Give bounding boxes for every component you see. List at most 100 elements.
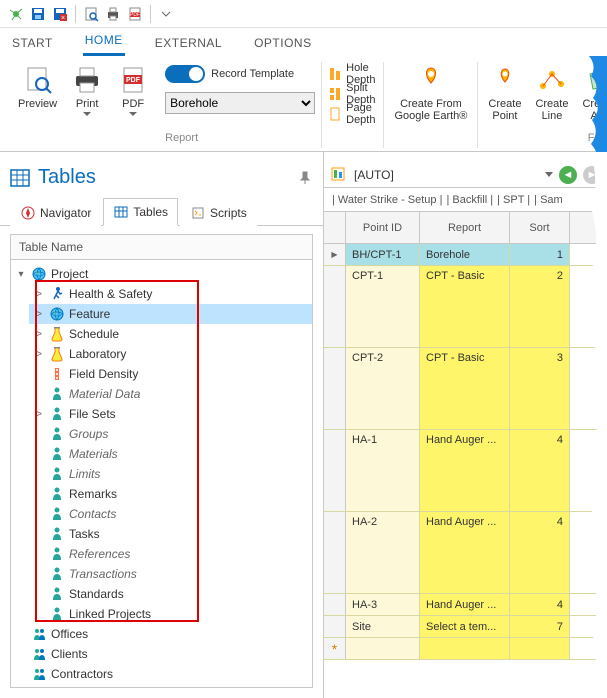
nav-back-button[interactable]: ◄ xyxy=(559,166,577,184)
cell-report[interactable]: Select a tem... xyxy=(420,616,510,637)
dropdown-icon[interactable] xyxy=(545,172,553,178)
cell-report[interactable]: CPT - Basic xyxy=(420,266,510,347)
cell-report[interactable] xyxy=(420,638,510,659)
tree-node[interactable]: >Contractors xyxy=(11,664,312,684)
col-report[interactable]: Report xyxy=(420,212,510,243)
tree-node[interactable]: >Laboratory xyxy=(29,344,312,364)
tree-node[interactable]: >Transactions xyxy=(29,564,312,584)
row-indicator xyxy=(324,430,346,511)
cell-report[interactable]: CPT - Basic xyxy=(420,348,510,429)
col-point-id[interactable]: Point ID xyxy=(346,212,420,243)
cell-sort[interactable]: 1 xyxy=(510,244,570,265)
create-line-button[interactable]: Create Line xyxy=(531,62,572,124)
table-row[interactable]: CPT-2CPT - Basic3 xyxy=(324,348,607,430)
page-depth-button[interactable]: Page Depth xyxy=(328,104,377,124)
cell-point-id[interactable]: Site xyxy=(346,616,420,637)
breadcrumb[interactable]: | Water Strike - Setup | | Backfill | | … xyxy=(324,188,607,212)
tab-options[interactable]: OPTIONS xyxy=(252,32,314,56)
cell-sort[interactable]: 7 xyxy=(510,616,570,637)
tree-node[interactable]: >Linked Projects xyxy=(29,604,312,624)
qat-dropdown-icon[interactable] xyxy=(156,4,176,24)
cell-sort[interactable]: 2 xyxy=(510,266,570,347)
print-icon[interactable] xyxy=(103,4,123,24)
tree-node[interactable]: >Contacts xyxy=(29,504,312,524)
cell-sort[interactable]: 4 xyxy=(510,594,570,615)
app-icon[interactable] xyxy=(6,4,26,24)
tab-navigator[interactable]: Navigator xyxy=(10,198,101,226)
table-row[interactable]: SiteSelect a tem...7 xyxy=(324,616,607,638)
cell-report[interactable]: Hand Auger ... xyxy=(420,594,510,615)
ribbon-group-google-earth: Create From Google Earth® xyxy=(384,62,478,148)
pin-icon[interactable] xyxy=(299,171,313,185)
tables-panel: Tables Navigator Tables Scripts Table Na… xyxy=(0,152,324,698)
table-row[interactable] xyxy=(324,638,607,660)
create-area-button[interactable]: Create Are xyxy=(578,62,607,124)
table-row[interactable]: HA-1Hand Auger ...4 xyxy=(324,430,607,512)
cell-point-id[interactable] xyxy=(346,638,420,659)
tab-external[interactable]: EXTERNAL xyxy=(153,32,224,56)
tree-node[interactable]: >Remarks xyxy=(29,484,312,504)
tab-home[interactable]: HOME xyxy=(83,29,125,56)
tree-node[interactable]: >References xyxy=(29,544,312,564)
create-from-google-earth-button[interactable]: Create From Google Earth® xyxy=(390,62,471,124)
tree-node[interactable]: >Materials xyxy=(29,444,312,464)
cell-point-id[interactable]: CPT-1 xyxy=(346,266,420,347)
ribbon-group-depth: Hole Depth Split Depth Page Depth xyxy=(322,62,384,148)
tree-node[interactable]: >Feature xyxy=(29,304,312,324)
tree-node[interactable]: >Material Data xyxy=(29,384,312,404)
auto-label[interactable]: [AUTO] xyxy=(354,168,539,182)
svg-text:×: × xyxy=(61,15,65,22)
nav-fwd-button[interactable]: ► xyxy=(583,166,601,184)
cell-sort[interactable] xyxy=(510,638,570,659)
data-grid[interactable]: Point ID Report Sort BH/CPT-1Borehole1CP… xyxy=(324,212,607,698)
table-row[interactable]: CPT-1CPT - Basic2 xyxy=(324,266,607,348)
cell-point-id[interactable]: HA-3 xyxy=(346,594,420,615)
table-row[interactable]: BH/CPT-1Borehole1 xyxy=(324,244,607,266)
cell-sort[interactable]: 4 xyxy=(510,512,570,593)
tree-node-project[interactable]: ▾Project xyxy=(11,264,312,284)
cell-point-id[interactable]: BH/CPT-1 xyxy=(346,244,420,265)
cell-sort[interactable]: 3 xyxy=(510,348,570,429)
save-close-icon[interactable]: × xyxy=(50,4,70,24)
cell-report[interactable]: Borehole xyxy=(420,244,510,265)
record-template-toggle[interactable] xyxy=(165,65,205,83)
ribbon-group-preview: Preview Print PDF PDF xyxy=(8,62,159,148)
preview-icon[interactable] xyxy=(81,4,101,24)
col-sort[interactable]: Sort xyxy=(510,212,570,243)
cell-point-id[interactable]: HA-2 xyxy=(346,512,420,593)
tree-node[interactable]: >Standards xyxy=(29,584,312,604)
print-button[interactable]: Print xyxy=(67,62,107,119)
tree-node[interactable]: >Schedule xyxy=(29,324,312,344)
table-row[interactable]: HA-2Hand Auger ...4 xyxy=(324,512,607,594)
table-row[interactable]: HA-3Hand Auger ...4 xyxy=(324,594,607,616)
tree-node[interactable]: >Limits xyxy=(29,464,312,484)
tables-icon xyxy=(10,169,30,187)
cell-report[interactable]: Hand Auger ... xyxy=(420,512,510,593)
preview-button[interactable]: Preview xyxy=(14,62,61,112)
create-point-button[interactable]: Create Point xyxy=(484,62,525,124)
tab-tables[interactable]: Tables xyxy=(103,198,178,226)
report-select[interactable]: Borehole xyxy=(165,92,315,114)
tree-node[interactable]: >Groups xyxy=(29,424,312,444)
tree-view[interactable]: ▾Project>Health & Safety>Feature>Schedul… xyxy=(10,260,313,688)
tree-node[interactable]: >Clients xyxy=(11,644,312,664)
tree-node[interactable]: >Field Density xyxy=(29,364,312,384)
cell-point-id[interactable]: HA-1 xyxy=(346,430,420,511)
save-icon[interactable] xyxy=(28,4,48,24)
pdf-button[interactable]: PDF PDF xyxy=(113,62,153,119)
tab-scripts[interactable]: Scripts xyxy=(180,198,257,226)
tree-node[interactable]: >Offices xyxy=(11,624,312,644)
separator xyxy=(75,5,76,23)
tree-node[interactable]: >Tasks xyxy=(29,524,312,544)
tab-start[interactable]: START xyxy=(10,32,55,56)
person-icon xyxy=(49,406,65,422)
pdf-icon[interactable]: PDF xyxy=(125,4,145,24)
hole-depth-button[interactable]: Hole Depth xyxy=(328,64,377,84)
people-icon xyxy=(31,666,47,682)
split-depth-button[interactable]: Split Depth xyxy=(328,84,377,104)
cell-report[interactable]: Hand Auger ... xyxy=(420,430,510,511)
cell-point-id[interactable]: CPT-2 xyxy=(346,348,420,429)
tree-node[interactable]: >File Sets xyxy=(29,404,312,424)
cell-sort[interactable]: 4 xyxy=(510,430,570,511)
tree-node[interactable]: >Health & Safety xyxy=(29,284,312,304)
